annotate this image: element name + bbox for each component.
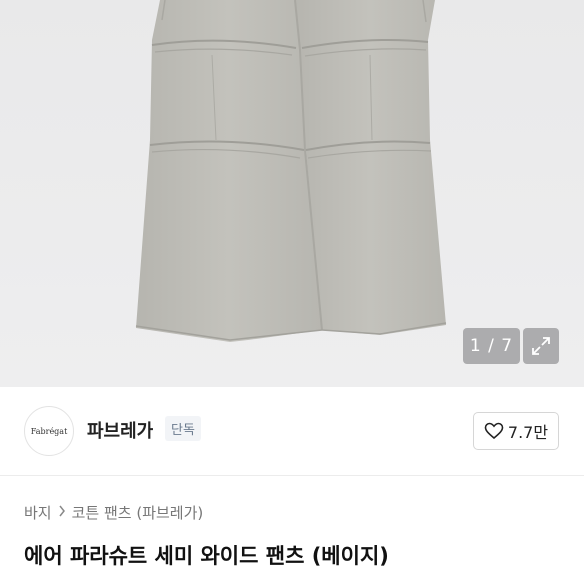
breadcrumb: 바지 코튼 팬츠 (파브레가)	[24, 502, 203, 523]
expand-icon	[532, 337, 550, 355]
heart-icon	[484, 422, 504, 440]
like-button[interactable]: 7.7만	[473, 412, 559, 450]
image-pager: 1 / 7	[463, 328, 520, 364]
chevron-right-icon	[58, 505, 66, 521]
expand-image-button[interactable]	[523, 328, 559, 364]
brand-name[interactable]: 파브레가	[87, 417, 153, 443]
breadcrumb-category[interactable]: 바지	[24, 502, 52, 523]
brand-logo[interactable]: Fabrégat	[24, 406, 74, 456]
brand-row: Fabrégat 파브레가 단독 7.7만	[0, 387, 584, 476]
like-count: 7.7만	[507, 423, 549, 442]
brand-logo-text: Fabrégat	[30, 426, 68, 436]
breadcrumb-subcategory[interactable]: 코튼 팬츠 (파브레가)	[72, 502, 204, 523]
product-title: 에어 파라슈트 세미 와이드 팬츠 (베이지)	[24, 544, 389, 568]
product-image-gallery[interactable]: 1 / 7	[0, 0, 584, 387]
exclusive-badge: 단독	[165, 416, 201, 441]
